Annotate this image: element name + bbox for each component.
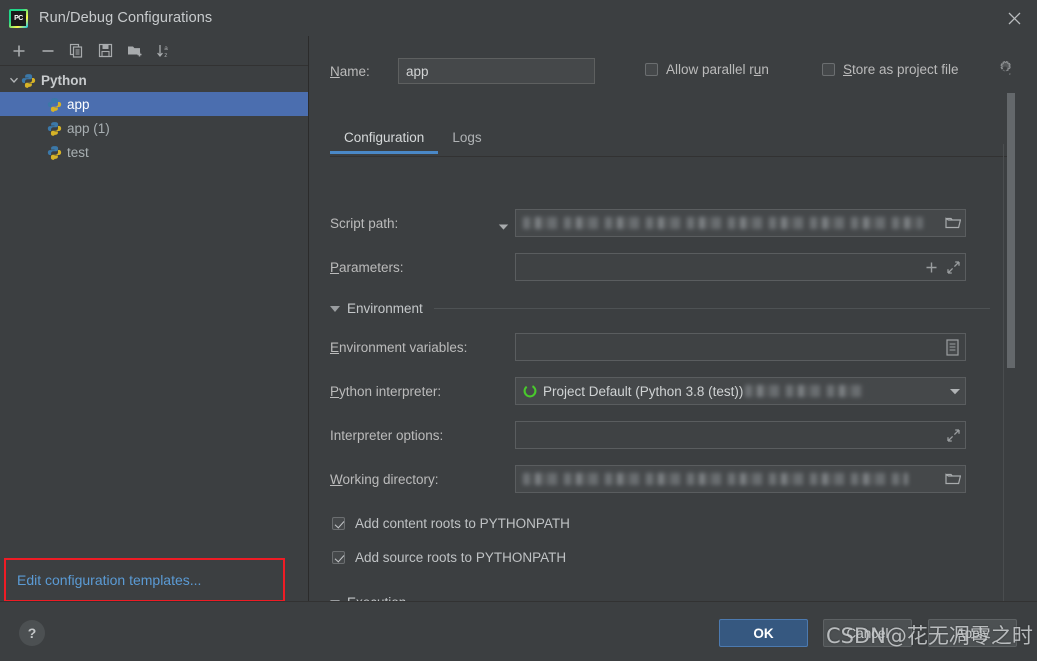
chevron-down-icon[interactable] [6,75,21,85]
run-debug-configurations-dialog: Run/Debug Configurations [0,0,1037,661]
script-path-value-redacted [523,217,923,229]
tab-logs[interactable]: Logs [438,124,495,153]
parameters-label: Parameters: [330,259,404,275]
title-bar: Run/Debug Configurations [0,0,1037,36]
sidebar-item-label: test [67,144,89,160]
parameters-field[interactable] [515,253,966,281]
configuration-form: Script path: Parameters: Environment Env… [310,161,1001,601]
edit-templates-highlight-box: Edit configuration templates... [4,558,285,602]
working-directory-value-redacted [523,473,908,485]
add-content-roots-label: Add content roots to PYTHONPATH [355,516,570,531]
configuration-scrollbar[interactable] [1005,56,1016,601]
list-editor-icon[interactable] [944,338,961,357]
python-interpreter-dropdown-icon[interactable] [949,387,961,396]
svg-text:a: a [164,45,168,52]
store-as-project-file-checkbox[interactable]: Store as project file [822,62,959,77]
sidebar-item-app[interactable]: app [0,92,308,116]
script-path-combo-arrow-icon[interactable] [498,218,509,236]
sidebar-item-test[interactable]: test [0,140,308,164]
checkbox-box [332,551,345,564]
copy-configuration-button[interactable] [64,39,89,63]
interpreter-options-field[interactable] [515,421,966,449]
environment-variables-label: Environment variables: [330,339,468,355]
python-env-icon [523,384,537,398]
configurations-tree: Python app app (1) test [0,66,308,164]
svg-text:z: z [164,52,167,59]
tree-group-python[interactable]: Python [0,68,308,92]
editor-tabs: Configuration Logs [330,124,1010,157]
expand-icon[interactable] [946,260,961,275]
ok-button[interactable]: OK [719,619,808,647]
add-source-roots-label: Add source roots to PYTHONPATH [355,550,567,565]
add-content-roots-checkbox[interactable]: Add content roots to PYTHONPATH [332,516,570,531]
environment-section-label: Environment [347,301,423,316]
apply-button[interactable]: Apply [928,619,1017,647]
script-path-field[interactable] [515,209,966,237]
python-interpreter-combo[interactable]: Project Default (Python 3.8 (test)) [515,377,966,405]
sidebar-item-app-1[interactable]: app (1) [0,116,308,140]
checkbox-box [822,63,835,76]
working-directory-browse-folder-icon[interactable] [945,472,961,486]
environment-section-header[interactable]: Environment [330,301,990,316]
script-path-browse-folder-icon[interactable] [945,216,961,230]
save-configuration-button[interactable] [93,39,118,63]
edit-configuration-templates-link[interactable]: Edit configuration templates... [6,572,201,588]
scrollbar-thumb[interactable] [1007,93,1015,368]
remove-configuration-button[interactable] [35,39,60,63]
configuration-editor-panel: Name: Allow parallel run Store as projec… [310,36,1037,601]
working-directory-label: Working directory: [330,471,439,487]
new-folder-button[interactable] [122,39,147,63]
page-title: Run/Debug Configurations [39,10,213,26]
parameters-row: Parameters: [330,253,404,281]
python-interpreter-value: Project Default (Python 3.8 (test)) [543,383,744,399]
python-icon [47,97,62,112]
name-label: Name: [330,63,370,79]
python-interpreter-label: Python interpreter: [330,383,442,399]
sidebar-item-label: app (1) [67,120,110,136]
add-source-roots-checkbox[interactable]: Add source roots to PYTHONPATH [332,550,566,565]
allow-parallel-run-label: Allow parallel run [666,62,769,77]
python-icon [21,73,36,88]
add-configuration-button[interactable] [6,39,31,63]
section-divider [433,308,990,309]
expand-icon[interactable] [946,428,961,443]
script-path-label: Script path: [330,215,399,231]
working-directory-field[interactable] [515,465,966,493]
close-icon[interactable] [991,0,1037,36]
chevron-down-icon[interactable] [330,305,340,312]
cancel-button[interactable]: Cancel [823,619,912,647]
python-icon [47,145,62,160]
interpreter-options-label: Interpreter options: [330,427,444,443]
name-input[interactable] [398,58,595,84]
python-icon [47,121,62,136]
sort-configurations-button[interactable]: a z [151,39,176,63]
store-as-project-file-label: Store as project file [843,62,959,77]
panel-divider [1003,144,1004,601]
plus-icon[interactable] [924,260,939,275]
parameters-field-icons[interactable] [924,260,961,275]
dialog-footer: ? OK Cancel Apply [0,601,1037,661]
environment-variables-field[interactable] [515,333,966,361]
script-path-row: Script path: [330,209,530,237]
help-button[interactable]: ? [19,620,45,646]
working-directory-row: Working directory: [330,465,439,493]
sidebar-item-label: app [67,96,90,112]
configurations-sidebar: a z Python app app (1) test [0,36,309,601]
tab-configuration[interactable]: Configuration [330,124,439,154]
checkbox-box [332,517,345,530]
python-interpreter-value-redacted [745,385,866,397]
environment-variables-row: Environment variables: [330,333,467,361]
sidebar-toolbar: a z [0,36,308,66]
tree-group-label: Python [41,72,87,88]
python-interpreter-row: Python interpreter: [330,377,441,405]
interpreter-options-row: Interpreter options: [330,421,443,449]
checkbox-box [645,63,658,76]
pycharm-logo-icon [9,8,28,28]
name-row: Name: [330,58,595,84]
allow-parallel-run-checkbox[interactable]: Allow parallel run [645,62,769,77]
